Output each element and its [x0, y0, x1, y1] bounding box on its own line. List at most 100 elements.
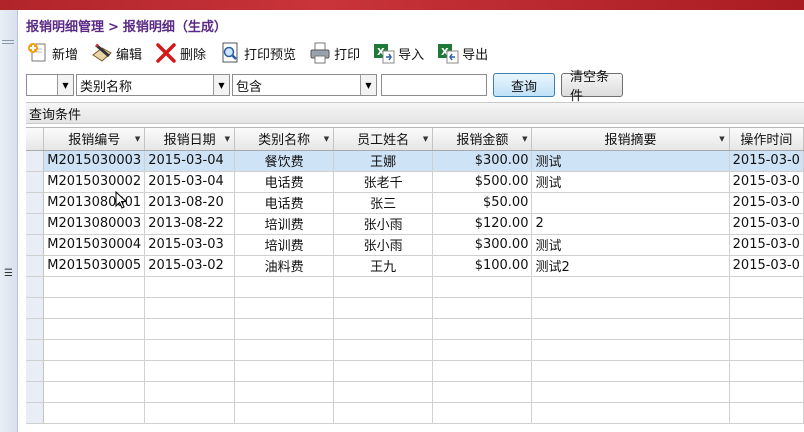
row-selector[interactable]	[26, 318, 45, 340]
row-selector[interactable]	[26, 150, 45, 172]
clear-filter-button[interactable]: 清空条件	[561, 70, 623, 104]
table-cell[interactable]: 张小雨	[333, 234, 434, 256]
table-row[interactable]: M2015030005 2015-03-02 油料费 王九 $100.00 测试2 2015…	[26, 255, 804, 277]
table-cell[interactable]	[144, 402, 236, 424]
table-cell[interactable]: 2015-03-0	[729, 150, 804, 172]
pane-grip-icon[interactable]: ☰	[4, 268, 13, 279]
table-row[interactable]: M2013080003 2013-08-22 培训费 张小雨 $120.00 2 2015-…	[26, 213, 804, 235]
table-cell[interactable]	[333, 318, 434, 340]
table-cell[interactable]	[234, 276, 335, 298]
table-cell[interactable]	[333, 276, 434, 298]
table-cell[interactable]	[43, 360, 146, 382]
table-cell[interactable]	[729, 318, 804, 340]
table-row[interactable]: M2015030003 2015-03-04 餐饮费 王娜 $300.00 测试 2015-…	[26, 150, 804, 172]
table-cell[interactable]	[234, 402, 335, 424]
table-cell[interactable]: M2013080003	[43, 213, 146, 235]
table-cell[interactable]: 2	[531, 213, 730, 235]
table-cell[interactable]	[144, 360, 236, 382]
table-cell[interactable]	[432, 381, 533, 403]
table-cell[interactable]	[144, 339, 236, 361]
table-cell[interactable]	[432, 360, 533, 382]
column-header[interactable]: 报销金额 ▼	[432, 128, 533, 151]
column-header[interactable]: 类别名称 ▼	[234, 128, 335, 151]
table-cell[interactable]: 2015-03-0	[729, 255, 804, 277]
table-cell[interactable]: 2015-03-0	[729, 234, 804, 256]
row-selector[interactable]	[26, 192, 45, 214]
table-cell[interactable]: $120.00	[432, 213, 533, 235]
table-cell[interactable]: M2015030003	[43, 150, 146, 172]
column-header[interactable]: 报销编号 ▼	[43, 128, 146, 151]
table-cell[interactable]	[234, 318, 335, 340]
chevron-down-icon[interactable]: ▼	[213, 75, 229, 95]
table-cell[interactable]: 2015-03-04	[144, 171, 236, 193]
query-conditions-header[interactable]: 查询条件	[26, 102, 804, 124]
import-button[interactable]: X 导入	[372, 40, 424, 66]
table-cell[interactable]: $50.00	[432, 192, 533, 214]
table-cell[interactable]	[234, 360, 335, 382]
table-row[interactable]	[26, 318, 804, 340]
breadcrumb-parent[interactable]: 报销明细管理	[26, 20, 104, 35]
table-cell[interactable]	[333, 402, 434, 424]
table-cell[interactable]: 2015-03-03	[144, 234, 236, 256]
table-cell[interactable]	[43, 318, 146, 340]
table-cell[interactable]	[531, 339, 730, 361]
table-cell[interactable]	[432, 402, 533, 424]
row-selector[interactable]	[26, 297, 45, 319]
table-cell[interactable]	[333, 297, 434, 319]
table-cell[interactable]: 电话费	[234, 192, 335, 214]
table-cell[interactable]	[531, 360, 730, 382]
delete-button[interactable]: 删除	[154, 40, 206, 66]
table-cell[interactable]: M2013080001	[43, 192, 146, 214]
table-cell[interactable]	[43, 297, 146, 319]
table-cell[interactable]: 培训费	[234, 213, 335, 235]
filter-value-input[interactable]	[381, 74, 487, 96]
table-cell[interactable]: 2015-03-04	[144, 150, 236, 172]
table-cell[interactable]: 油料费	[234, 255, 335, 277]
table-cell[interactable]	[729, 402, 804, 424]
table-row[interactable]	[26, 402, 804, 424]
table-cell[interactable]	[432, 297, 533, 319]
new-button[interactable]: 新增	[26, 40, 78, 66]
table-cell[interactable]: 张三	[333, 192, 434, 214]
table-row[interactable]: M2015030004 2015-03-03 培训费 张小雨 $300.00 测试 2015…	[26, 234, 804, 256]
table-cell[interactable]: 测试	[531, 150, 730, 172]
table-row[interactable]: M2015030002 2015-03-04 电话费 张老千 $500.00 测试 2015…	[26, 171, 804, 193]
table-cell[interactable]	[144, 297, 236, 319]
print-preview-button[interactable]: 打印预览	[218, 40, 296, 66]
row-selector[interactable]	[26, 360, 45, 382]
table-cell[interactable]: 2013-08-22	[144, 213, 236, 235]
table-cell[interactable]	[333, 381, 434, 403]
row-selector[interactable]	[26, 339, 45, 361]
table-cell[interactable]	[333, 339, 434, 361]
row-selector[interactable]	[26, 234, 45, 256]
table-cell[interactable]: 张老千	[333, 171, 434, 193]
edit-button[interactable]: 编辑	[90, 40, 142, 66]
table-cell[interactable]: $500.00	[432, 171, 533, 193]
table-cell[interactable]: 王娜	[333, 150, 434, 172]
table-cell[interactable]	[43, 402, 146, 424]
table-cell[interactable]	[729, 276, 804, 298]
column-header[interactable]: 员工姓名 ▼	[333, 128, 434, 151]
table-cell[interactable]	[234, 381, 335, 403]
table-cell[interactable]: 培训费	[234, 234, 335, 256]
column-header[interactable]: 操作时间	[729, 128, 804, 151]
table-row[interactable]	[26, 276, 804, 298]
export-button[interactable]: X 导出	[436, 40, 488, 66]
row-selector[interactable]	[26, 213, 45, 235]
table-cell[interactable]	[531, 402, 730, 424]
table-cell[interactable]: $300.00	[432, 150, 533, 172]
table-cell[interactable]	[531, 276, 730, 298]
search-button[interactable]: 查询	[493, 73, 555, 97]
table-cell[interactable]	[333, 360, 434, 382]
table-cell[interactable]	[144, 381, 236, 403]
table-cell[interactable]: 2015-03-0	[729, 171, 804, 193]
table-cell[interactable]: 王九	[333, 255, 434, 277]
table-cell[interactable]: M2015030002	[43, 171, 146, 193]
table-cell[interactable]: 2013-08-20	[144, 192, 236, 214]
table-cell[interactable]	[432, 318, 533, 340]
table-cell[interactable]: 测试	[531, 234, 730, 256]
row-selector[interactable]	[26, 171, 45, 193]
column-header[interactable]: 报销日期 ▼	[144, 128, 236, 151]
table-row[interactable]	[26, 297, 804, 319]
table-cell[interactable]	[43, 339, 146, 361]
